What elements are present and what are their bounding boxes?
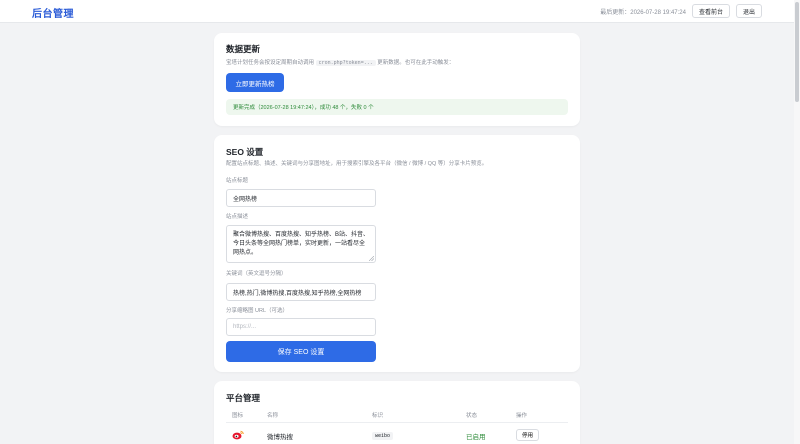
view-front-button[interactable]: 查看前台 xyxy=(691,4,730,18)
refresh-now-button[interactable]: 立即更新热榜 xyxy=(226,73,284,92)
data-update-card: 数据更新 宝塔计划任务会按设定周期自动调用 cron.php?token=...… xyxy=(214,33,580,126)
share-image-label: 分享缩略图 URL（可选） xyxy=(226,308,289,314)
col-name: 名称 xyxy=(267,413,279,419)
weibo-icon xyxy=(232,430,244,440)
site-desc-label: 站点描述 xyxy=(226,214,249,220)
seo-desc: 配置站点标题、描述、关键词与分享图地址，用于搜索引擎及各平台（微信 / 微博 /… xyxy=(226,161,488,167)
resize-handle-icon[interactable] xyxy=(369,256,374,261)
save-seo-button[interactable]: 保存 SEO 设置 xyxy=(226,341,376,362)
col-key: 标识 xyxy=(372,413,384,419)
scrollbar-thumb[interactable] xyxy=(795,2,799,102)
site-title-label: 站点标题 xyxy=(226,178,249,184)
share-image-input[interactable]: https://... xyxy=(226,318,376,336)
top-bar-actions: 最后更新：2026-07-28 19:47:24 查看前台 退出 xyxy=(600,4,762,18)
page-scrollbar[interactable] xyxy=(794,0,800,444)
col-status: 状态 xyxy=(466,413,478,419)
seo-title: SEO 设置 xyxy=(226,147,264,157)
cron-code-chip: cron.php?token=... xyxy=(315,60,376,66)
brand-title[interactable]: 后台管理 xyxy=(32,5,74,20)
seo-settings-card: SEO 设置 配置站点标题、描述、关键词与分享图地址，用于搜索引擎及各平台（微信… xyxy=(214,135,580,372)
platform-key: weibo xyxy=(372,432,394,440)
disable-platform-button[interactable]: 停用 xyxy=(516,429,540,441)
data-update-title: 数据更新 xyxy=(226,44,261,54)
col-icon: 图标 xyxy=(232,413,244,419)
logout-button[interactable]: 退出 xyxy=(735,4,762,18)
last-update-text: 最后更新：2026-07-28 19:47:24 xyxy=(600,9,686,16)
site-title-input[interactable]: 全网热榜 xyxy=(226,189,376,207)
status-badge: 已启用 xyxy=(466,434,486,441)
col-action: 操作 xyxy=(516,413,528,419)
platform-name: 微博热搜 xyxy=(267,434,293,441)
keywords-input[interactable]: 热榜,热门,微博热搜,百度热搜,知乎热榜,全网热榜 xyxy=(226,283,376,301)
table-row: 微博热搜 weibo 已启用 停用 xyxy=(226,428,568,444)
platforms-title: 平台管理 xyxy=(226,393,261,403)
platforms-table-header: 图标 名称 标识 状态 操作 xyxy=(226,411,568,423)
top-bar: 后台管理 最后更新：2026-07-28 19:47:24 查看前台 退出 xyxy=(0,0,800,23)
site-desc-textarea[interactable]: 聚合微博热搜、百度热搜、知乎热榜、B站、抖音、今日头条等全网热门榜单，实时更新，… xyxy=(226,225,376,263)
update-result-message: 更新完成（2026-07-28 19:47:24），成功 48 个，失败 0 个 xyxy=(226,99,568,115)
keywords-label: 关键词（英文逗号分隔） xyxy=(226,271,287,277)
data-update-desc: 宝塔计划任务会按设定周期自动调用 cron.php?token=... 更新数据… xyxy=(226,60,455,66)
platform-management-card: 平台管理 图标 名称 标识 状态 操作 微博热搜 weibo 已启用 停用 xyxy=(214,381,580,444)
